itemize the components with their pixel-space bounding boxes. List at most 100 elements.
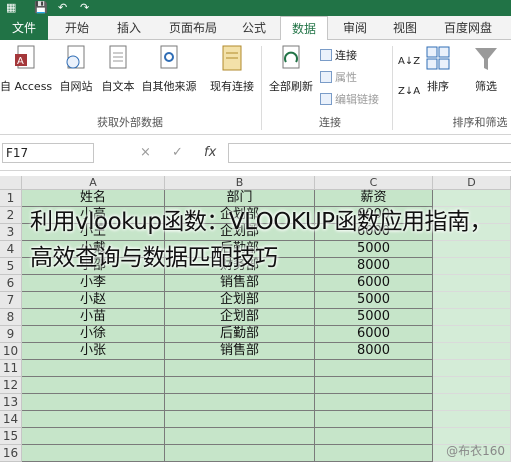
table-cell[interactable] (165, 360, 315, 377)
insert-function-icon[interactable]: fx (204, 143, 216, 163)
from-other-sources-button[interactable]: 自其他来源 (138, 44, 200, 102)
refresh-icon (278, 44, 304, 74)
existing-connections-button[interactable]: 现有连接 (204, 44, 260, 102)
table-cell[interactable] (315, 394, 433, 411)
table-cell[interactable] (22, 445, 165, 462)
table-cell[interactable]: 小苗 (22, 309, 165, 326)
table-cell[interactable]: 小张 (22, 343, 165, 360)
table-cell[interactable] (433, 309, 511, 326)
name-box[interactable]: F17 (2, 143, 94, 163)
table-cell[interactable] (165, 377, 315, 394)
table-cell[interactable]: 销售部 (165, 343, 315, 360)
web-icon (63, 44, 89, 74)
undo-icon[interactable]: ↶ (58, 0, 67, 16)
refresh-all-button[interactable]: 全部刷新 (264, 44, 318, 102)
table-cell[interactable] (165, 445, 315, 462)
table-cell[interactable] (315, 360, 433, 377)
table-cell[interactable] (433, 343, 511, 360)
table-cell[interactable] (22, 394, 165, 411)
row-header[interactable]: 2 (0, 207, 22, 224)
row-header[interactable]: 13 (0, 394, 22, 411)
row-header[interactable]: 11 (0, 360, 22, 377)
watermark: @布衣160 (446, 444, 505, 458)
table-cell[interactable]: 企划部 (165, 309, 315, 326)
row-header[interactable]: 7 (0, 292, 22, 309)
sort-icon (425, 44, 451, 74)
table-cell[interactable] (315, 445, 433, 462)
table-cell[interactable]: 小赵 (22, 292, 165, 309)
from-access-button[interactable]: A 自 Access (0, 44, 52, 102)
tab-page-layout[interactable]: 页面布局 (158, 16, 228, 40)
table-cell[interactable] (433, 360, 511, 377)
sort-az-icon[interactable]: A↓Z (398, 54, 420, 70)
row-header[interactable]: 8 (0, 309, 22, 326)
row-header[interactable]: 4 (0, 241, 22, 258)
table-cell[interactable] (165, 428, 315, 445)
column-header-d[interactable]: D (433, 176, 511, 190)
table-cell[interactable] (165, 394, 315, 411)
formula-bar: F17 × ✓ fx (0, 135, 511, 171)
tab-baidu-netdisk[interactable]: 百度网盘 (432, 16, 504, 40)
sort-za-icon[interactable]: Z↓A (398, 84, 420, 100)
table-cell[interactable] (433, 275, 511, 292)
table-cell[interactable] (22, 428, 165, 445)
table-cell[interactable]: 销售部 (165, 275, 315, 292)
column-header-b[interactable]: B (165, 176, 315, 190)
table-cell[interactable] (433, 292, 511, 309)
table-cell[interactable]: 6000 (315, 326, 433, 343)
row-header[interactable]: 3 (0, 224, 22, 241)
table-cell[interactable] (433, 411, 511, 428)
row-header[interactable]: 14 (0, 411, 22, 428)
column-header-a[interactable]: A (22, 176, 165, 190)
row-header[interactable]: 5 (0, 258, 22, 275)
tab-insert[interactable]: 插入 (104, 16, 154, 40)
properties-button[interactable]: 属性 (320, 70, 357, 86)
tab-home[interactable]: 开始 (52, 16, 102, 40)
table-cell[interactable] (22, 360, 165, 377)
table-cell[interactable]: 8000 (315, 343, 433, 360)
table-cell[interactable]: 5000 (315, 292, 433, 309)
tab-review[interactable]: 审阅 (332, 16, 378, 40)
row-header[interactable]: 9 (0, 326, 22, 343)
select-all-corner[interactable] (0, 176, 22, 190)
table-cell[interactable]: 6000 (315, 275, 433, 292)
from-text-button[interactable]: 自文本 (98, 44, 138, 102)
tab-file[interactable]: 文件 (0, 16, 48, 40)
sort-button[interactable]: 排序 (420, 44, 456, 102)
table-cell[interactable]: 5000 (315, 309, 433, 326)
table-cell[interactable]: 小徐 (22, 326, 165, 343)
enter-icon[interactable]: ✓ (172, 143, 183, 163)
table-cell[interactable] (433, 326, 511, 343)
tab-view[interactable]: 视图 (382, 16, 428, 40)
ribbon-separator (261, 46, 262, 130)
table-cell[interactable] (315, 411, 433, 428)
row-header[interactable]: 12 (0, 377, 22, 394)
tab-data[interactable]: 数据 (280, 16, 328, 41)
table-cell[interactable] (433, 377, 511, 394)
table-cell[interactable] (22, 377, 165, 394)
connections-button[interactable]: 连接 (320, 48, 357, 64)
edit-links-button[interactable]: 编辑链接 (320, 92, 379, 108)
table-cell[interactable]: 后勤部 (165, 326, 315, 343)
table-cell[interactable] (165, 411, 315, 428)
row-header[interactable]: 10 (0, 343, 22, 360)
row-header[interactable]: 15 (0, 428, 22, 445)
excel-logo-icon: ▦ (6, 1, 17, 14)
row-header[interactable]: 16 (0, 445, 22, 462)
row-header[interactable]: 1 (0, 190, 22, 207)
save-icon[interactable]: 💾 (34, 0, 48, 16)
cancel-icon[interactable]: × (140, 143, 151, 163)
tab-formulas[interactable]: 公式 (230, 16, 278, 40)
filter-button[interactable]: 筛选 (466, 44, 506, 102)
from-web-button[interactable]: 自网站 (56, 44, 96, 102)
row-header[interactable]: 6 (0, 275, 22, 292)
redo-icon[interactable]: ↷ (80, 0, 89, 16)
formula-input[interactable] (228, 143, 511, 163)
table-cell[interactable] (315, 428, 433, 445)
table-cell[interactable] (433, 394, 511, 411)
table-cell[interactable] (22, 411, 165, 428)
table-cell[interactable] (315, 377, 433, 394)
table-cell[interactable]: 企划部 (165, 292, 315, 309)
column-header-c[interactable]: C (315, 176, 433, 190)
table-cell[interactable]: 小李 (22, 275, 165, 292)
